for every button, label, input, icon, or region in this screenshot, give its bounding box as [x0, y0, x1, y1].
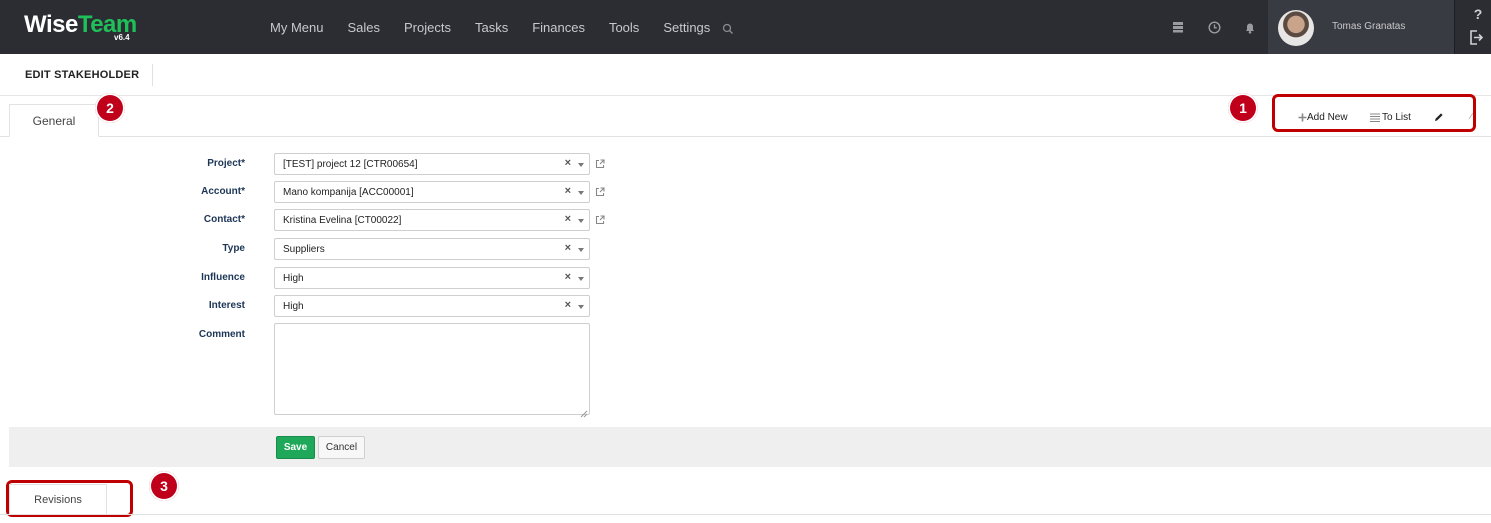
top-divider	[1454, 0, 1455, 54]
nav-item-tools[interactable]: Tools	[597, 20, 651, 35]
open-link-icon[interactable]	[595, 184, 605, 202]
page-title: EDIT STAKEHOLDER	[25, 69, 140, 81]
clear-icon[interactable]: ×	[565, 299, 571, 311]
comment-label: Comment	[198, 329, 245, 340]
logo-wise: Wise	[24, 11, 78, 38]
bell-icon[interactable]	[1232, 0, 1268, 54]
influence-value: High	[283, 273, 304, 284]
page-header: EDIT STAKEHOLDER	[0, 54, 1491, 96]
clock-icon[interactable]	[1196, 0, 1232, 54]
chevron-down-icon[interactable]	[578, 191, 584, 195]
chevron-down-icon[interactable]	[578, 248, 584, 252]
nav-item-projects[interactable]: Projects	[392, 20, 463, 35]
top-navbar: WiseTeam v6.4 My Menu Sales Projects Tas…	[0, 0, 1491, 54]
type-value: Suppliers	[283, 244, 325, 255]
annotation-marker-3: 3	[149, 471, 179, 501]
annotation-box-toolbar	[1272, 94, 1476, 132]
open-link-icon[interactable]	[595, 156, 605, 174]
project-label: Project*	[207, 158, 245, 169]
nav-item-finances[interactable]: Finances	[520, 20, 597, 35]
logout-icon[interactable]	[1469, 30, 1484, 50]
help-icon[interactable]: ?	[1468, 6, 1488, 26]
account-value: Mano kompanija [ACC00001]	[283, 187, 414, 198]
clear-icon[interactable]: ×	[565, 271, 571, 283]
revisions-underline	[0, 514, 1491, 515]
chevron-down-icon[interactable]	[578, 277, 584, 281]
type-select[interactable]: Suppliers ×	[274, 238, 590, 260]
contact-label: Contact*	[203, 214, 245, 225]
save-button[interactable]: Save	[276, 436, 315, 459]
main-nav: My Menu Sales Projects Tasks Finances To…	[258, 0, 734, 54]
project-select[interactable]: [TEST] project 12 [CTR00654] ×	[274, 153, 590, 175]
nav-item-settings[interactable]: Settings	[651, 20, 722, 35]
contact-select[interactable]: Kristina Evelina [CT00022] ×	[274, 209, 590, 231]
clear-icon[interactable]: ×	[565, 213, 571, 225]
project-value: [TEST] project 12 [CTR00654]	[283, 159, 418, 170]
influence-label: Influence	[201, 272, 245, 283]
interest-select[interactable]: High ×	[274, 295, 590, 317]
comment-textarea[interactable]	[274, 323, 590, 415]
nav-item-tasks[interactable]: Tasks	[463, 20, 520, 35]
open-link-icon[interactable]	[595, 212, 605, 230]
server-icon[interactable]	[1160, 0, 1196, 54]
account-label: Account*	[201, 186, 245, 197]
contact-value: Kristina Evelina [CT00022]	[283, 215, 402, 226]
user-menu[interactable]: Tomas Granatas	[1268, 0, 1454, 54]
user-name: Tomas Granatas	[1332, 21, 1406, 32]
clear-icon[interactable]: ×	[565, 157, 571, 169]
app-version: v6.4	[114, 33, 130, 42]
clear-icon[interactable]: ×	[565, 185, 571, 197]
annotation-marker-2: 2	[95, 93, 125, 123]
avatar[interactable]	[1278, 10, 1314, 46]
interest-label: Interest	[208, 300, 245, 311]
cancel-button[interactable]: Cancel	[318, 436, 365, 459]
clear-icon[interactable]: ×	[565, 242, 571, 254]
chevron-down-icon[interactable]	[578, 305, 584, 309]
tab-revisions[interactable]: Revisions	[9, 484, 107, 514]
chevron-down-icon[interactable]	[578, 163, 584, 167]
type-label: Type	[222, 243, 245, 254]
search-icon[interactable]	[722, 22, 734, 34]
tabs-underline	[0, 136, 1491, 137]
nav-item-my-menu[interactable]: My Menu	[258, 20, 335, 35]
header-divider	[152, 64, 153, 86]
tab-general[interactable]: General	[9, 104, 99, 137]
nav-item-sales[interactable]: Sales	[335, 20, 392, 35]
form-action-bar: Save Cancel	[9, 427, 1491, 467]
annotation-marker-1: 1	[1228, 93, 1258, 123]
interest-value: High	[283, 301, 304, 312]
influence-select[interactable]: High ×	[274, 267, 590, 289]
chevron-down-icon[interactable]	[578, 219, 584, 223]
top-icon-group	[1160, 0, 1268, 54]
account-select[interactable]: Mano kompanija [ACC00001] ×	[274, 181, 590, 203]
